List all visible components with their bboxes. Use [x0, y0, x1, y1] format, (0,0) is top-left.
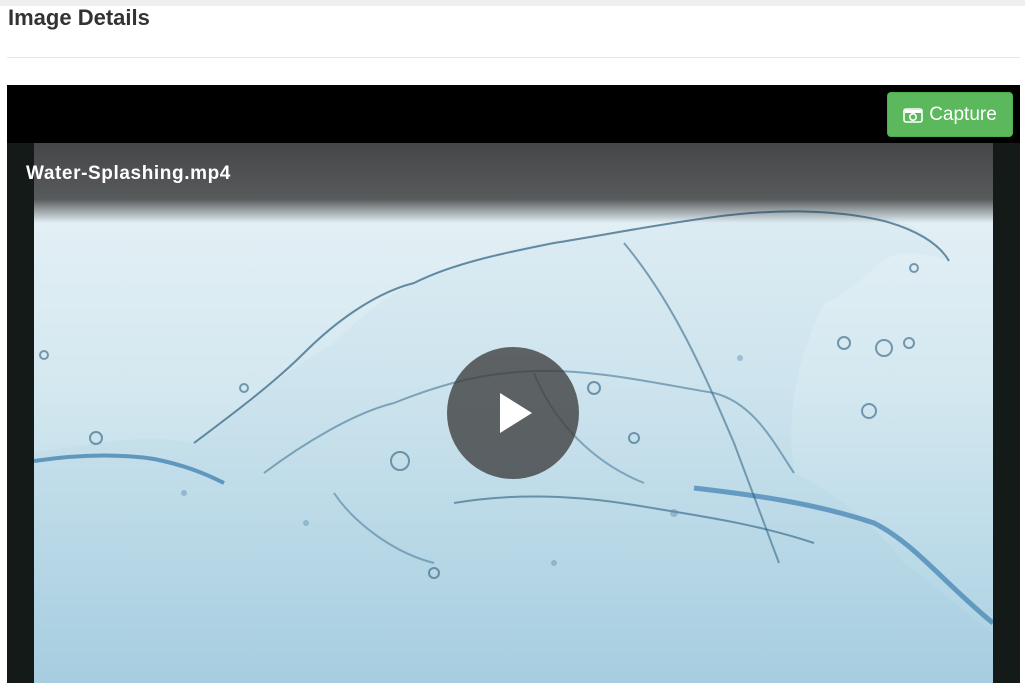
player-side-bar-right: [993, 143, 1020, 683]
play-button[interactable]: [447, 347, 579, 479]
title-divider: [7, 57, 1020, 58]
video-player[interactable]: Water-Splashing.mp4 Capture: [7, 85, 1020, 683]
capture-button-label: Capture: [929, 103, 997, 125]
top-strip: [0, 0, 1025, 6]
page-title: Image Details: [8, 5, 150, 30]
play-icon: [500, 393, 532, 433]
video-title: Water-Splashing.mp4: [26, 163, 231, 184]
player-side-bar-left: [7, 143, 34, 683]
capture-button[interactable]: Capture: [887, 92, 1013, 137]
camera-icon: [903, 107, 923, 123]
